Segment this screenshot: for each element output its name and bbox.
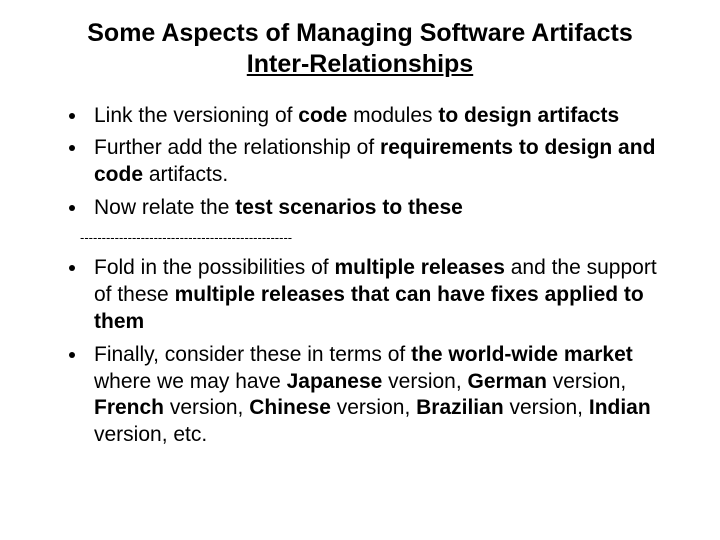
divider-line: ----------------------------------------… [80,230,680,245]
bullet-text: Now relate the [94,196,235,219]
bullet-text: version, [331,396,416,419]
bullet-text: version, [504,396,589,419]
bullet-item: Finally, consider these in terms of the … [88,342,680,450]
bullet-text: Brazilian [416,396,504,419]
slide-title: Some Aspects of Managing Software Artifa… [40,18,680,81]
bullet-text: Indian [589,396,651,419]
bullet-text: French [94,396,164,419]
bullet-text: multiple releases [334,256,504,279]
bullet-text: modules [347,104,438,127]
title-line-1: Some Aspects of Managing Software Artifa… [87,19,632,47]
bullet-list-bottom: Fold in the possibilities of multiple re… [40,255,680,449]
slide: Some Aspects of Managing Software Artifa… [0,0,720,540]
bullet-text: version, [164,396,249,419]
bullet-text: version, [382,370,467,393]
bullet-text: version, etc. [94,423,207,446]
bullet-text: Finally, consider these in terms of [94,343,411,366]
bullet-text: Chinese [249,396,331,419]
bullet-text: Japanese [287,370,383,393]
bullet-text: test scenarios to these [235,196,463,219]
bullet-text: multiple releases that can have fixes ap… [94,283,644,333]
bullet-item: Now relate the test scenarios to these [88,195,680,222]
bullet-text: to design artifacts [438,104,619,127]
bullet-text: Further add the relationship of [94,136,380,159]
bullet-text: Fold in the possibilities of [94,256,334,279]
bullet-text: version, [547,370,626,393]
bullet-text: German [468,370,547,393]
title-line-2: Inter-Relationships [247,50,473,78]
bullet-text: artifacts. [143,163,228,186]
bullet-list-top: Link the versioning of code modules to d… [40,103,680,223]
bullet-text: Link the versioning of [94,104,298,127]
bullet-item: Further add the relationship of requirem… [88,135,680,189]
bullet-text: where we may have [94,370,287,393]
bullet-item: Link the versioning of code modules to d… [88,103,680,130]
bullet-text: code [298,104,347,127]
bullet-item: Fold in the possibilities of multiple re… [88,255,680,336]
bullet-text: the world-wide market [411,343,633,366]
